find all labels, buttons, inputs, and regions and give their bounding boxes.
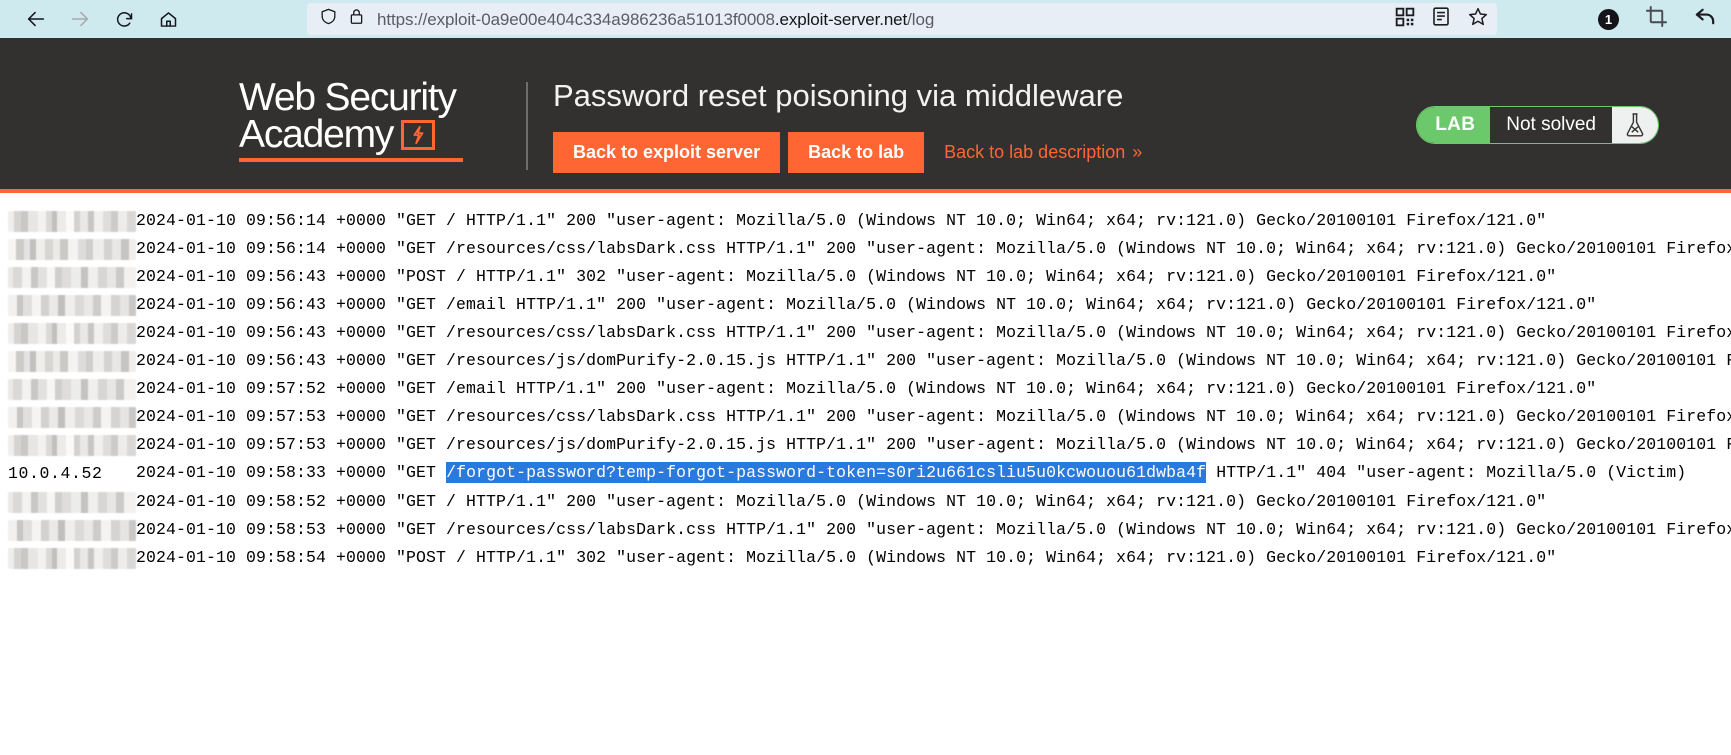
url-bar[interactable]: https://exploit-0a9e00e404c334a986236a51… [307, 3, 1497, 35]
redacted-ip-block [8, 351, 136, 372]
crop-screenshot-icon[interactable] [1645, 5, 1668, 33]
log-row-ip [0, 207, 136, 235]
log-row-ip [0, 403, 136, 431]
url-bar-actions [1387, 6, 1489, 32]
logo-underline [239, 158, 463, 163]
back-to-lab-button[interactable]: Back to lab [788, 131, 925, 173]
log-row-entry: 2024-01-10 09:57:53 +0000 "GET /resource… [136, 435, 1731, 454]
log-row-ip [0, 431, 136, 459]
log-row: 10.0.4.52 2024-01-10 09:58:33 +0000 "GET … [0, 459, 1731, 488]
log-row: 2024-01-10 09:56:43 +0000 "GET /email HT… [0, 291, 1731, 319]
logo-academy-text: Academy [239, 112, 394, 156]
forward-button[interactable] [58, 2, 102, 36]
qr-code-icon[interactable] [1395, 7, 1415, 32]
undo-arrow-icon[interactable] [1694, 5, 1717, 33]
notification-badge[interactable]: 1 [1598, 8, 1619, 30]
log-row-ip [0, 516, 136, 544]
logo-line-two: Academy [239, 112, 507, 156]
log-row-entry: 2024-01-10 09:56:14 +0000 "GET /resource… [136, 239, 1731, 258]
lab-action-bar: Back to exploit server Back to lab Back … [553, 131, 1142, 173]
lab-status-widget[interactable]: LAB Not solved [1416, 106, 1659, 144]
back-to-lab-description-label: Back to lab description [944, 141, 1126, 162]
log-row-entry: 2024-01-10 09:56:43 +0000 "GET /resource… [136, 351, 1731, 370]
log-row: 2024-01-10 09:57:52 +0000 "GET /email HT… [0, 375, 1731, 403]
log-row: 2024-01-10 09:56:14 +0000 "GET / HTTP/1.… [0, 207, 1731, 235]
url-bar-icons [315, 7, 371, 31]
url-text[interactable]: https://exploit-0a9e00e404c334a986236a51… [377, 11, 1381, 28]
log-row-ip [0, 263, 136, 291]
log-row: 2024-01-10 09:56:43 +0000 "POST / HTTP/1… [0, 263, 1731, 291]
page-title: Password reset poisoning via middleware [553, 78, 1124, 113]
navigation-buttons [14, 2, 190, 36]
access-log-table: 2024-01-10 09:56:14 +0000 "GET / HTTP/1.… [0, 207, 1731, 572]
lab-badge: LAB [1417, 107, 1491, 143]
browser-extension-area: 1 [1598, 0, 1717, 38]
redacted-ip-block [8, 379, 136, 400]
chevron-right-icon: » [1132, 141, 1142, 162]
star-bookmark-icon[interactable] [1467, 6, 1489, 32]
redacted-ip-block [8, 295, 136, 316]
lock-icon[interactable] [348, 7, 365, 31]
log-row-entry: 2024-01-10 09:57:53 +0000 "GET /resource… [136, 407, 1731, 426]
redacted-ip-block [8, 492, 136, 513]
redacted-ip-block [8, 407, 136, 428]
log-row: 2024-01-10 09:57:53 +0000 "GET /resource… [0, 403, 1731, 431]
ip-address-text: 10.0.4.52 [8, 464, 103, 483]
log-row-entry: 2024-01-10 09:57:52 +0000 "GET /email HT… [136, 379, 1597, 398]
redacted-ip-block [8, 267, 136, 288]
log-row: 2024-01-10 09:58:53 +0000 "GET /resource… [0, 516, 1731, 544]
redacted-ip-block [8, 435, 136, 456]
log-row-ip [0, 235, 136, 263]
back-button[interactable] [14, 2, 58, 36]
header-divider [526, 82, 528, 170]
log-row-ip [0, 375, 136, 403]
status-badge: Not solved [1490, 107, 1612, 143]
home-button[interactable] [146, 2, 190, 36]
log-row: 2024-01-10 09:56:43 +0000 "GET /resource… [0, 319, 1731, 347]
reader-mode-icon[interactable] [1431, 6, 1451, 32]
log-row-entry: 2024-01-10 09:58:52 +0000 "GET / HTTP/1.… [136, 492, 1547, 511]
logo-line-one: Web Security [239, 76, 457, 119]
log-row-entry: 2024-01-10 09:56:14 +0000 "GET / HTTP/1.… [136, 211, 1547, 230]
redacted-ip-block [8, 239, 136, 260]
log-row-entry: 2024-01-10 09:58:33 +0000 "GET /forgot-p… [136, 459, 1731, 488]
lab-header: Web Security Academy Password reset pois… [0, 38, 1731, 193]
log-row-ip [0, 488, 136, 516]
back-to-exploit-server-button[interactable]: Back to exploit server [553, 131, 781, 173]
log-row: 2024-01-10 09:57:53 +0000 "GET /resource… [0, 431, 1731, 459]
lightning-bolt-icon [401, 119, 436, 150]
log-entry-suffix: HTTP/1.1" 404 "user-agent: Mozilla/5.0 (… [1206, 463, 1687, 482]
redacted-ip-block [8, 211, 136, 232]
shield-icon[interactable] [319, 7, 338, 31]
selected-token-url[interactable]: /forgot-password?temp-forgot-password-to… [446, 462, 1207, 483]
flask-icon[interactable] [1612, 107, 1658, 143]
back-to-lab-description-link[interactable]: Back to lab description » [944, 141, 1142, 163]
access-log-area: 2024-01-10 09:56:14 +0000 "GET / HTTP/1.… [0, 193, 1731, 749]
reload-button[interactable] [102, 2, 146, 36]
log-row: 2024-01-10 09:56:14 +0000 "GET /resource… [0, 235, 1731, 263]
log-row-entry: 2024-01-10 09:56:43 +0000 "POST / HTTP/1… [136, 267, 1557, 286]
log-row: 2024-01-10 09:56:43 +0000 "GET /resource… [0, 347, 1731, 375]
browser-toolbar: https://exploit-0a9e00e404c334a986236a51… [0, 0, 1731, 38]
log-row-entry: 2024-01-10 09:56:43 +0000 "GET /resource… [136, 323, 1731, 342]
log-row-ip [0, 347, 136, 375]
redacted-ip-block [8, 548, 136, 569]
log-row-ip: 10.0.4.52 [0, 459, 136, 488]
log-row-ip [0, 544, 136, 572]
redacted-ip-block [8, 520, 136, 541]
log-row: 2024-01-10 09:58:54 +0000 "POST / HTTP/1… [0, 544, 1731, 572]
redacted-ip-block [8, 323, 136, 344]
web-security-academy-logo[interactable]: Web Security Academy [239, 76, 507, 163]
log-row-entry: 2024-01-10 09:58:53 +0000 "GET /resource… [136, 520, 1731, 539]
log-row-ip [0, 319, 136, 347]
log-row-ip [0, 291, 136, 319]
log-row: 2024-01-10 09:58:52 +0000 "GET / HTTP/1.… [0, 488, 1731, 516]
log-entry-prefix: 2024-01-10 09:58:33 +0000 "GET [136, 463, 447, 482]
log-row-entry: 2024-01-10 09:56:43 +0000 "GET /email HT… [136, 295, 1597, 314]
log-row-entry: 2024-01-10 09:58:54 +0000 "POST / HTTP/1… [136, 548, 1557, 567]
